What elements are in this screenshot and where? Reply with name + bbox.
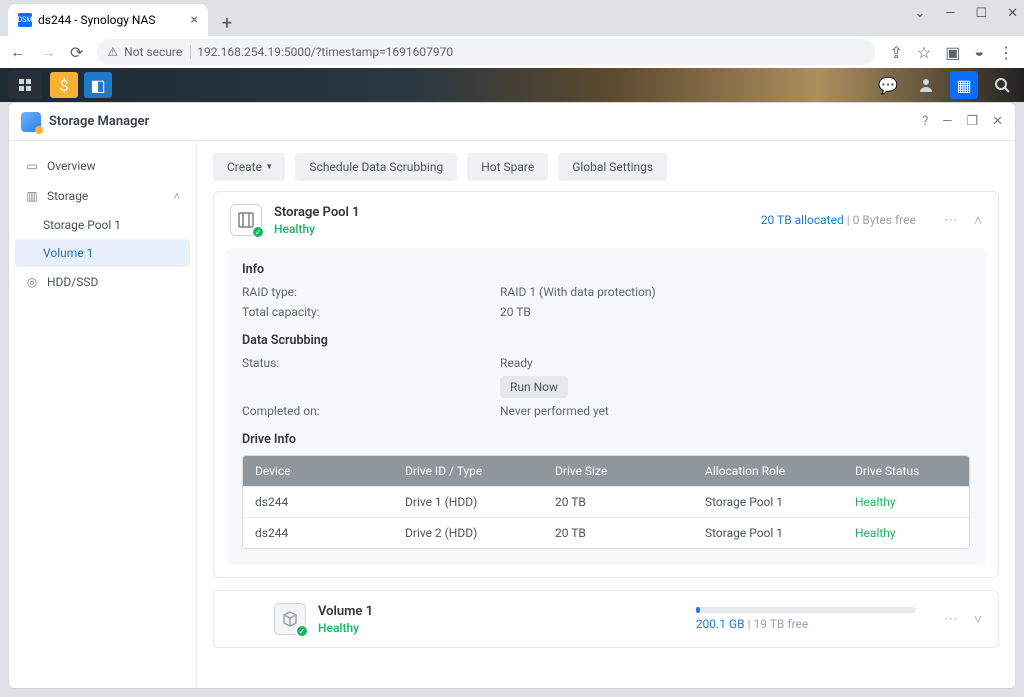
url-text: 192.168.254.19:5000/?timestamp=169160797…: [197, 45, 453, 59]
storage-manager-window: Storage Manager ? — ❐ ✕ ▭ Overview ▥ Sto…: [8, 102, 1016, 689]
hot-spare-button[interactable]: Hot Spare: [467, 153, 548, 181]
address-bar[interactable]: ⚠ Not secure 192.168.254.19:5000/?timest…: [97, 39, 875, 65]
run-now-button[interactable]: Run Now: [500, 376, 568, 398]
scrub-heading: Data Scrubbing: [242, 333, 970, 348]
dsm-taskbar: $ ◧ 💬 ▦: [0, 68, 1024, 102]
drive-table: Device Drive ID / Type Drive Size Alloca…: [242, 455, 970, 549]
tab-title: ds244 - Synology NAS: [38, 13, 156, 27]
sidebar-item-hdd-ssd[interactable]: ◎ HDD/SSD: [15, 267, 190, 297]
chevron-up-icon: ˄: [174, 190, 180, 203]
sidebar-item-storage-pool-1[interactable]: Storage Pool 1: [15, 211, 190, 239]
control-panel-icon[interactable]: ◧: [84, 72, 112, 98]
sidebar-item-label: Overview: [47, 159, 96, 173]
more-icon[interactable]: ⋯: [944, 611, 958, 628]
window-minimize-icon[interactable]: —: [942, 114, 952, 129]
close-icon[interactable]: ✕: [1007, 6, 1018, 21]
table-header: Device Drive ID / Type Drive Size Alloca…: [243, 456, 969, 486]
window-title: Storage Manager: [49, 114, 149, 129]
volume-title: Volume 1: [318, 604, 373, 619]
sidebar-item-storage[interactable]: ▥ Storage ˄: [15, 181, 190, 211]
sidebar-item-label: Volume 1: [43, 246, 93, 260]
chevron-down-icon[interactable]: ⌄: [914, 6, 925, 21]
forward-icon[interactable]: →: [40, 42, 56, 62]
new-tab-button[interactable]: +: [214, 10, 240, 36]
info-heading: Info: [242, 262, 970, 277]
search-icon[interactable]: [988, 71, 1016, 99]
completed-label: Completed on:: [242, 404, 500, 418]
extensions-icon[interactable]: ▣: [945, 43, 960, 62]
create-button[interactable]: Create▾: [213, 153, 285, 181]
table-row[interactable]: ds244 Drive 1 (HDD) 20 TB Storage Pool 1…: [243, 486, 969, 517]
reload-icon[interactable]: ⟳: [70, 43, 83, 62]
content-area: Create▾ Schedule Data Scrubbing Hot Spar…: [197, 141, 1015, 688]
profile-icon[interactable]: ◒: [974, 42, 984, 62]
sidebar-item-overview[interactable]: ▭ Overview: [15, 151, 190, 181]
os-window-controls: ⌄ — ☐ ✕: [914, 6, 1018, 21]
minimize-icon[interactable]: —: [945, 6, 955, 21]
back-icon[interactable]: ←: [10, 42, 26, 62]
scrub-status-value: Ready: [500, 356, 533, 370]
pool-health: Healthy: [274, 222, 360, 236]
schedule-scrubbing-button[interactable]: Schedule Data Scrubbing: [295, 153, 457, 181]
sidebar-item-label: Storage Pool 1: [43, 218, 121, 232]
drive-info-heading: Drive Info: [242, 432, 970, 447]
sidebar: ▭ Overview ▥ Storage ˄ Storage Pool 1 Vo…: [9, 141, 197, 688]
volume-usage-bar: [696, 607, 916, 613]
sidebar-item-label: Storage: [47, 189, 88, 203]
package-center-icon[interactable]: $: [50, 72, 78, 98]
check-icon: ✓: [295, 624, 309, 638]
help-icon[interactable]: ?: [922, 114, 928, 129]
expand-icon[interactable]: ˅: [974, 611, 982, 628]
collapse-icon[interactable]: ˄: [974, 212, 982, 229]
menu-icon[interactable]: ⋮: [998, 43, 1014, 62]
table-row[interactable]: ds244 Drive 2 (HDD) 20 TB Storage Pool 1…: [243, 517, 969, 548]
bookmark-icon[interactable]: ☆: [917, 43, 931, 62]
pool-allocation: 20 TB allocated | 0 Bytes free: [761, 213, 916, 227]
storage-pool-card: ✓ Storage Pool 1 Healthy 20 TB allocated…: [213, 191, 999, 578]
raid-type-label: RAID type:: [242, 285, 500, 299]
storage-pool-icon: ✓: [230, 204, 262, 236]
storage-icon: ▥: [25, 189, 39, 203]
capacity-label: Total capacity:: [242, 305, 500, 319]
window-maximize-icon[interactable]: ❐: [966, 114, 978, 129]
main-menu-icon[interactable]: [8, 71, 42, 99]
tab-close-icon[interactable]: ×: [191, 12, 198, 28]
not-secure-label: Not secure: [124, 45, 191, 59]
raid-type-value: RAID 1 (With data protection): [500, 285, 656, 299]
window-header: Storage Manager ? — ❐ ✕: [9, 103, 1015, 141]
window-close-icon[interactable]: ✕: [992, 114, 1003, 129]
volume-usage-text: 200.1 GB | 19 TB free: [696, 617, 916, 631]
hdd-icon: ◎: [25, 275, 39, 289]
browser-tab[interactable]: DSM ds244 - Synology NAS ×: [8, 4, 208, 36]
pool-title: Storage Pool 1: [274, 205, 360, 220]
browser-chrome: ⌄ — ☐ ✕ DSM ds244 - Synology NAS × + ← →…: [0, 0, 1024, 68]
storage-manager-icon: [21, 112, 41, 132]
more-icon[interactable]: ⋯: [944, 212, 958, 229]
maximize-icon[interactable]: ☐: [975, 6, 987, 21]
favicon-icon: DSM: [18, 13, 32, 27]
user-icon[interactable]: [912, 71, 940, 99]
global-settings-button[interactable]: Global Settings: [558, 153, 667, 181]
completed-value: Never performed yet: [500, 404, 609, 418]
volume-health: Healthy: [318, 621, 373, 635]
volume-card: ✓ Volume 1 Healthy 200.1 GB | 19 TB free…: [213, 590, 999, 648]
pool-details: Info RAID type:RAID 1 (With data protect…: [226, 248, 986, 565]
sidebar-item-volume-1[interactable]: Volume 1: [15, 239, 190, 267]
sidebar-item-label: HDD/SSD: [47, 275, 98, 289]
caret-down-icon: ▾: [267, 162, 272, 172]
not-secure-icon: ⚠: [107, 45, 118, 59]
chat-icon[interactable]: 💬: [874, 71, 902, 99]
widgets-icon[interactable]: ▦: [950, 71, 978, 99]
volume-icon: ✓: [274, 603, 306, 635]
share-icon[interactable]: ⇪: [889, 43, 902, 62]
toolbar: Create▾ Schedule Data Scrubbing Hot Spar…: [213, 153, 999, 181]
capacity-value: 20 TB: [500, 305, 531, 319]
scrub-status-label: Status:: [242, 356, 500, 370]
check-icon: ✓: [251, 225, 265, 239]
overview-icon: ▭: [25, 159, 39, 173]
